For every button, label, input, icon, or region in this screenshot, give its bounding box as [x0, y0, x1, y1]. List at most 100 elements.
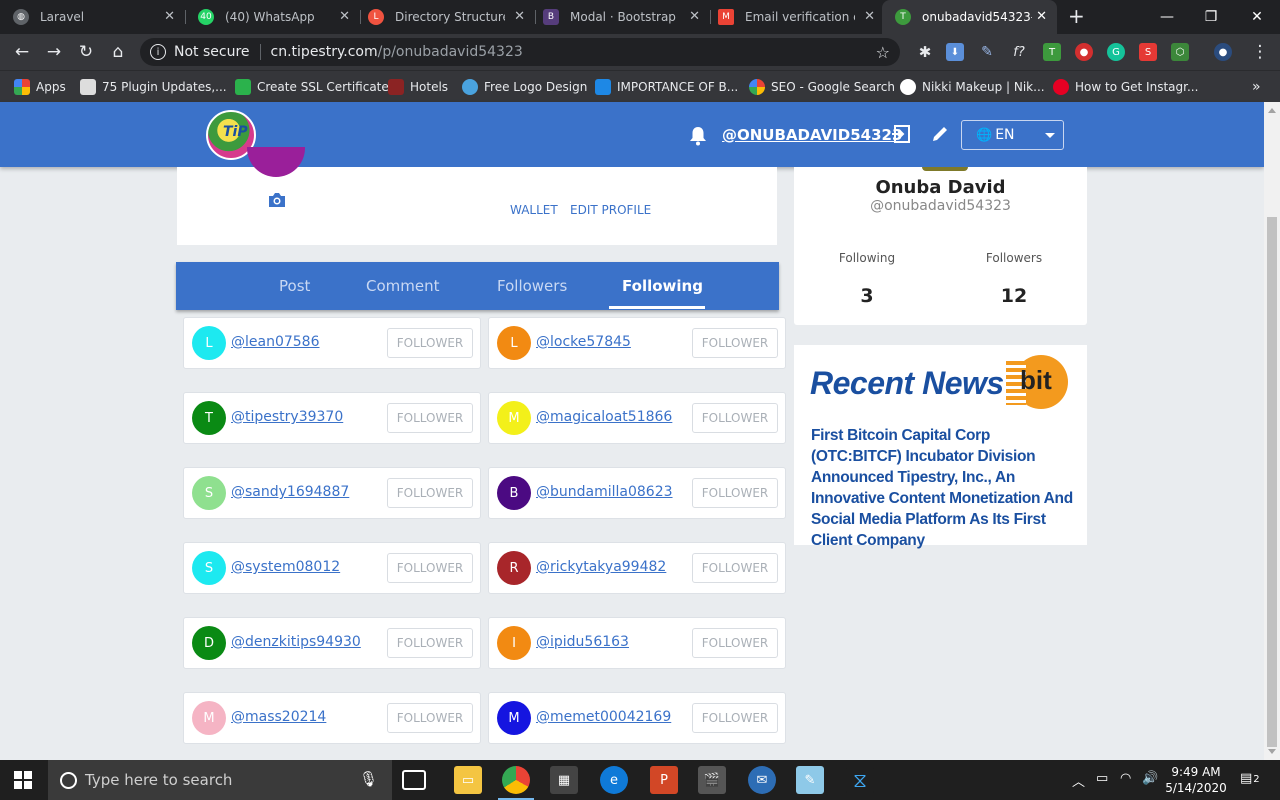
browser-tab[interactable]: ◍ Laravel ✕ [0, 0, 185, 34]
user-handle-link[interactable]: @tipestry39370 [231, 409, 343, 425]
bookmark-item[interactable]: SEO - Google Search [749, 77, 895, 97]
user-handle-link[interactable]: @locke57845 [536, 334, 631, 350]
follower-button[interactable]: FOLLOWER [692, 328, 778, 358]
tipestry-extension-icon[interactable]: T [1043, 43, 1061, 61]
address-bar[interactable]: i Not secure cn.tipestry.com/p/onubadavi… [140, 38, 900, 66]
pen-extension-icon[interactable]: ✎ [978, 43, 996, 61]
user-handle-link[interactable]: @denzkitips94930 [231, 634, 361, 650]
notification-center-icon[interactable]: ▤2 [1240, 771, 1260, 786]
user-avatar[interactable]: B [497, 476, 531, 510]
follower-button[interactable]: FOLLOWER [387, 403, 473, 433]
user-avatar[interactable]: M [497, 701, 531, 735]
close-tab-icon[interactable]: ✕ [689, 9, 700, 24]
home-icon[interactable]: ⌂ [106, 40, 130, 64]
close-tab-icon[interactable]: ✕ [164, 9, 175, 24]
scroll-up-icon[interactable] [1268, 108, 1276, 113]
follower-button[interactable]: FOLLOWER [387, 328, 473, 358]
follower-button[interactable]: FOLLOWER [692, 703, 778, 733]
wallet-link[interactable]: WALLET [510, 203, 558, 217]
user-avatar[interactable]: S [192, 551, 226, 585]
follower-button[interactable]: FOLLOWER [692, 628, 778, 658]
follower-button[interactable]: FOLLOWER [387, 628, 473, 658]
user-handle-link[interactable]: @lean07586 [231, 334, 320, 350]
user-handle-link[interactable]: @bundamilla08623 [536, 484, 673, 500]
bookmarks-overflow-button[interactable]: » [1252, 77, 1261, 97]
user-avatar[interactable]: L [497, 326, 531, 360]
camera-icon[interactable] [267, 192, 287, 208]
follower-button[interactable]: FOLLOWER [692, 478, 778, 508]
page-scrollbar[interactable] [1264, 102, 1280, 760]
minimize-button[interactable]: — [1144, 0, 1190, 34]
bookmark-item[interactable]: Free Logo Design [462, 77, 587, 97]
scrollbar-thumb[interactable] [1267, 217, 1277, 747]
grammarly-icon[interactable]: G [1107, 43, 1125, 61]
followers-count[interactable]: 12 [954, 285, 1074, 307]
windows-start-icon[interactable] [14, 771, 32, 789]
reload-icon[interactable]: ↻ [74, 40, 98, 64]
edit-profile-link[interactable]: EDIT PROFILE [570, 203, 651, 217]
close-window-button[interactable]: ✕ [1234, 0, 1280, 34]
language-select[interactable]: 🌐 EN [961, 120, 1064, 150]
user-avatar[interactable]: R [497, 551, 531, 585]
bookmark-item[interactable]: Nikki Makeup | Nik... [900, 77, 1045, 97]
scroll-down-icon[interactable] [1268, 749, 1276, 754]
bookmark-item[interactable]: 75 Plugin Updates,... [80, 77, 227, 97]
tab-following[interactable]: Following [622, 277, 703, 295]
volume-icon[interactable]: 🔊 [1142, 771, 1158, 786]
browser-tab-active[interactable]: T onubadavid54323-Ti ✕ [882, 0, 1057, 34]
settings-gear-icon[interactable]: ✱ [916, 43, 934, 61]
user-handle-link[interactable]: @magicaloat51866 [536, 409, 672, 425]
chrome-icon[interactable] [498, 766, 534, 800]
user-handle-link[interactable]: @ipidu56163 [536, 634, 629, 650]
user-avatar[interactable]: I [497, 626, 531, 660]
user-avatar[interactable]: L [192, 326, 226, 360]
tab-followers[interactable]: Followers [497, 277, 567, 295]
movies-icon[interactable]: 🎬 [698, 766, 726, 794]
bookmark-star-icon[interactable]: ☆ [876, 43, 890, 62]
pin-extension-icon[interactable]: ● [1075, 43, 1093, 61]
username-link[interactable]: @ONUBADAVID54323 [722, 126, 902, 144]
notepad-icon[interactable]: ✎ [796, 766, 824, 794]
edit-pencil-icon[interactable] [930, 124, 950, 149]
follower-button[interactable]: FOLLOWER [387, 478, 473, 508]
follower-button[interactable]: FOLLOWER [692, 553, 778, 583]
profile-avatar-icon[interactable]: ● [1214, 43, 1232, 61]
user-handle-link[interactable]: @mass20214 [231, 709, 326, 725]
user-avatar[interactable]: S [192, 476, 226, 510]
bookmark-apps[interactable]: Apps [14, 77, 66, 97]
follower-button[interactable]: FOLLOWER [387, 553, 473, 583]
security-label[interactable]: Not secure [174, 44, 250, 60]
follower-button[interactable]: FOLLOWER [692, 403, 778, 433]
browser-tab[interactable]: 40 (40) WhatsApp ✕ [185, 0, 360, 34]
user-handle-link[interactable]: @memet00042169 [536, 709, 671, 725]
bookmark-item[interactable]: Hotels [388, 77, 448, 97]
s-extension-icon[interactable]: S [1139, 43, 1157, 61]
wifi-icon[interactable]: ◠ [1120, 771, 1131, 786]
tab-post[interactable]: Post [279, 277, 310, 295]
menu-kebab-icon[interactable]: ⋮ [1248, 40, 1272, 64]
battery-icon[interactable]: ▭ [1096, 771, 1108, 786]
user-avatar[interactable]: D [192, 626, 226, 660]
close-tab-icon[interactable]: ✕ [1036, 9, 1047, 24]
info-icon[interactable]: i [150, 44, 166, 60]
vscode-icon[interactable]: ⧖ [846, 766, 874, 794]
bookmark-item[interactable]: How to Get Instagr... [1053, 77, 1198, 97]
file-explorer-icon[interactable]: ▭ [454, 766, 482, 794]
forward-icon[interactable]: → [42, 40, 66, 64]
node-extension-icon[interactable]: ⬡ [1171, 43, 1189, 61]
user-handle-link[interactable]: @system08012 [231, 559, 340, 575]
tray-chevron-icon[interactable]: ︿ [1072, 771, 1085, 790]
user-avatar[interactable]: M [497, 401, 531, 435]
back-icon[interactable]: ← [10, 40, 34, 64]
bookmark-item[interactable]: IMPORTANCE OF B... [595, 77, 738, 97]
taskbar-search[interactable]: Type here to search 🎙 [48, 760, 392, 800]
new-tab-button[interactable]: + [1068, 4, 1085, 28]
close-tab-icon[interactable]: ✕ [339, 9, 350, 24]
bookmark-item[interactable]: Create SSL Certificate [235, 77, 389, 97]
thunderbird-icon[interactable]: ✉ [748, 766, 776, 794]
powerpoint-icon[interactable]: P [650, 766, 678, 794]
browser-tab[interactable]: M Email verification co ✕ [705, 0, 885, 34]
browser-tab[interactable]: B Modal · Bootstrap ✕ [530, 0, 710, 34]
browser-tab[interactable]: L Directory Structure - ✕ [355, 0, 535, 34]
edge-icon[interactable]: e [600, 766, 628, 794]
